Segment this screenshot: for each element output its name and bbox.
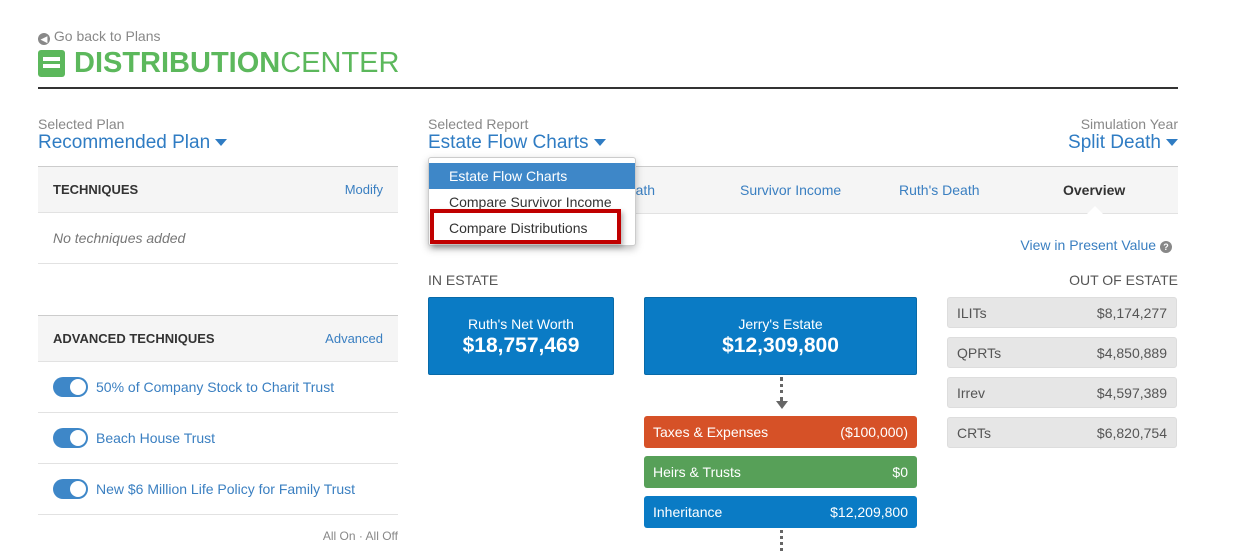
report-selector[interactable]: Selected Report Estate Flow Charts [428, 116, 606, 154]
caret-down-icon [215, 139, 228, 147]
plan-selector[interactable]: Selected Plan Recommended Plan [38, 116, 228, 154]
header-divider [38, 87, 1178, 89]
caret-down-icon [1166, 139, 1178, 147]
toggle-switch[interactable] [53, 377, 88, 397]
list-item: Beach House Trust [38, 413, 398, 464]
flow-connector [780, 377, 783, 401]
tab-survivor-income[interactable]: Survivor Income [740, 167, 841, 214]
all-on-link[interactable]: All On [323, 529, 356, 543]
out-estate-item[interactable]: CRTs $6,820,754 [947, 417, 1177, 448]
help-icon: ? [1160, 241, 1172, 253]
list-item: 50% of Company Stock to Charit Trust [38, 362, 398, 413]
year-selector[interactable]: Simulation Year Split Death [1068, 116, 1178, 154]
table-icon [38, 50, 65, 77]
toggle-switch[interactable] [53, 428, 88, 448]
modify-link[interactable]: Modify [345, 182, 383, 197]
taxes-expenses-bar[interactable]: Taxes & Expenses ($100,000) [644, 416, 917, 448]
caret-down-icon [593, 139, 606, 147]
advanced-link[interactable]: Advanced [325, 331, 383, 346]
toggle-switch[interactable] [53, 479, 88, 499]
menu-item-estate-flow-charts[interactable]: Estate Flow Charts [429, 163, 635, 189]
out-estate-item[interactable]: Irrev $4,597,389 [947, 377, 1177, 408]
flow-connector [780, 530, 783, 551]
ruths-net-worth-box[interactable]: Ruth's Net Worth $18,757,469 [428, 297, 614, 375]
back-link[interactable]: ◀ Go back to Plans [38, 28, 161, 45]
advanced-panel: ADVANCED TECHNIQUES Advanced 50% of Compa… [38, 315, 398, 543]
techniques-panel: TECHNIQUES Modify No techniques added [38, 166, 398, 264]
jerrys-estate-box[interactable]: Jerry's Estate $12,309,800 [644, 297, 917, 375]
out-estate-item[interactable]: ILITs $8,174,277 [947, 297, 1177, 328]
in-estate-heading: IN ESTATE [428, 272, 499, 288]
out-estate-item[interactable]: QPRTs $4,850,889 [947, 337, 1177, 368]
inheritance-bar[interactable]: Inheritance $12,209,800 [644, 496, 917, 528]
arrow-left-circle-icon: ◀ [38, 33, 50, 45]
list-item: New $6 Million Life Policy for Family Tr… [38, 464, 398, 515]
arrow-down-icon [776, 401, 788, 409]
page-title: DISTRIBUTIONCENTER [38, 47, 399, 80]
view-present-value-link[interactable]: View in Present Value ? [1020, 237, 1172, 253]
heirs-trusts-bar[interactable]: Heirs & Trusts $0 [644, 456, 917, 488]
all-off-link[interactable]: All Off [366, 529, 398, 543]
empty-message: No techniques added [38, 213, 398, 264]
highlight-box [430, 209, 621, 244]
out-estate-heading: OUT OF ESTATE [1069, 272, 1178, 288]
active-tab-indicator [1087, 206, 1103, 214]
tab-ruths-death[interactable]: Ruth's Death [899, 167, 980, 214]
